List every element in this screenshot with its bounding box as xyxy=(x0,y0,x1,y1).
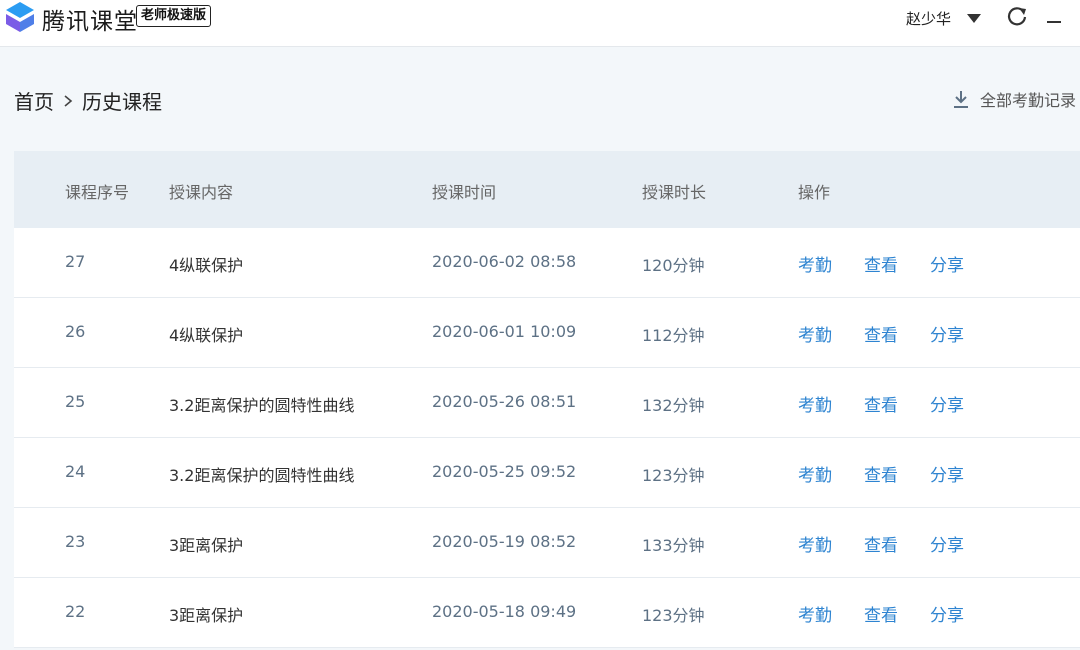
column-header-content: 授课内容 xyxy=(169,183,234,202)
attendance-button[interactable]: 考勤 xyxy=(798,251,832,276)
share-button[interactable]: 分享 xyxy=(930,601,964,626)
title-bar: 腾讯课堂 老师极速版 赵少华 xyxy=(0,0,1080,47)
course-time: 2020-06-01 10:09 xyxy=(432,322,577,341)
course-time: 2020-05-19 08:52 xyxy=(432,532,577,551)
user-name[interactable]: 赵少华 xyxy=(906,8,951,29)
edition-badge: 老师极速版 xyxy=(136,5,212,27)
table-header: 课程序号 授课内容 授课时间 授课时长 操作 xyxy=(14,151,1080,228)
breadcrumb: 首页 历史课程 xyxy=(14,86,162,115)
chevron-right-icon xyxy=(64,94,73,107)
column-header-time: 授课时间 xyxy=(432,183,497,202)
course-time: 2020-05-25 09:52 xyxy=(432,462,577,481)
course-content: 3距离保护 xyxy=(169,606,244,625)
breadcrumb-current: 历史课程 xyxy=(82,90,162,114)
column-header-duration: 授课时长 xyxy=(642,183,707,202)
attendance-button[interactable]: 考勤 xyxy=(798,461,832,486)
attendance-button[interactable]: 考勤 xyxy=(798,601,832,626)
course-content: 3.2距离保护的圆特性曲线 xyxy=(169,396,355,415)
share-button[interactable]: 分享 xyxy=(930,391,964,416)
course-duration: 123分钟 xyxy=(642,466,705,485)
table-row: 23 3距离保护 2020-05-19 08:52 133分钟 考勤 查看 分享 xyxy=(14,508,1080,578)
course-content: 4纵联保护 xyxy=(169,256,244,275)
view-button[interactable]: 查看 xyxy=(864,391,898,416)
export-attendance-button[interactable]: 全部考勤记录 xyxy=(952,87,1076,111)
share-button[interactable]: 分享 xyxy=(930,461,964,486)
course-index: 22 xyxy=(65,602,86,621)
caret-down-icon[interactable] xyxy=(966,12,982,24)
table-row: 24 3.2距离保护的圆特性曲线 2020-05-25 09:52 123分钟 … xyxy=(14,438,1080,508)
view-button[interactable]: 查看 xyxy=(864,251,898,276)
table-row: 22 3距离保护 2020-05-18 09:49 123分钟 考勤 查看 分享 xyxy=(14,578,1080,648)
course-duration: 132分钟 xyxy=(642,396,705,415)
course-duration: 120分钟 xyxy=(642,256,705,275)
table-row: 25 3.2距离保护的圆特性曲线 2020-05-26 08:51 132分钟 … xyxy=(14,368,1080,438)
course-content: 4纵联保护 xyxy=(169,326,244,345)
refresh-icon[interactable] xyxy=(1006,5,1028,27)
table-row: 26 4纵联保护 2020-06-01 10:09 112分钟 考勤 查看 分享 xyxy=(14,298,1080,368)
course-index: 25 xyxy=(65,392,86,411)
course-content: 3距离保护 xyxy=(169,536,244,555)
course-index: 23 xyxy=(65,532,86,551)
attendance-button[interactable]: 考勤 xyxy=(798,531,832,556)
course-time: 2020-05-18 09:49 xyxy=(432,602,577,621)
view-button[interactable]: 查看 xyxy=(864,461,898,486)
download-icon xyxy=(954,91,968,108)
course-index: 26 xyxy=(65,322,86,341)
course-history-table: 课程序号 授课内容 授课时间 授课时长 操作 27 4纵联保护 2020-06-… xyxy=(14,151,1080,648)
view-button[interactable]: 查看 xyxy=(864,601,898,626)
course-index: 24 xyxy=(65,462,86,481)
view-button[interactable]: 查看 xyxy=(864,531,898,556)
share-button[interactable]: 分享 xyxy=(930,531,964,556)
view-button[interactable]: 查看 xyxy=(864,321,898,346)
course-duration: 112分钟 xyxy=(642,326,705,345)
tencent-classroom-logo-icon xyxy=(6,2,34,32)
export-attendance-label: 全部考勤记录 xyxy=(980,91,1077,110)
course-time: 2020-05-26 08:51 xyxy=(432,392,577,411)
table-row: 27 4纵联保护 2020-06-02 08:58 120分钟 考勤 查看 分享 xyxy=(14,228,1080,298)
course-duration: 133分钟 xyxy=(642,536,705,555)
share-button[interactable]: 分享 xyxy=(930,251,964,276)
course-time: 2020-06-02 08:58 xyxy=(432,252,577,271)
attendance-button[interactable]: 考勤 xyxy=(798,391,832,416)
attendance-button[interactable]: 考勤 xyxy=(798,321,832,346)
column-header-index: 课程序号 xyxy=(65,183,130,202)
minimize-icon[interactable] xyxy=(1046,5,1062,27)
course-index: 27 xyxy=(65,252,86,271)
share-button[interactable]: 分享 xyxy=(930,321,964,346)
breadcrumb-home[interactable]: 首页 xyxy=(14,86,54,115)
course-content: 3.2距离保护的圆特性曲线 xyxy=(169,466,355,485)
course-duration: 123分钟 xyxy=(642,606,705,625)
column-header-actions: 操作 xyxy=(798,183,831,202)
app-title: 腾讯课堂 xyxy=(42,9,138,35)
